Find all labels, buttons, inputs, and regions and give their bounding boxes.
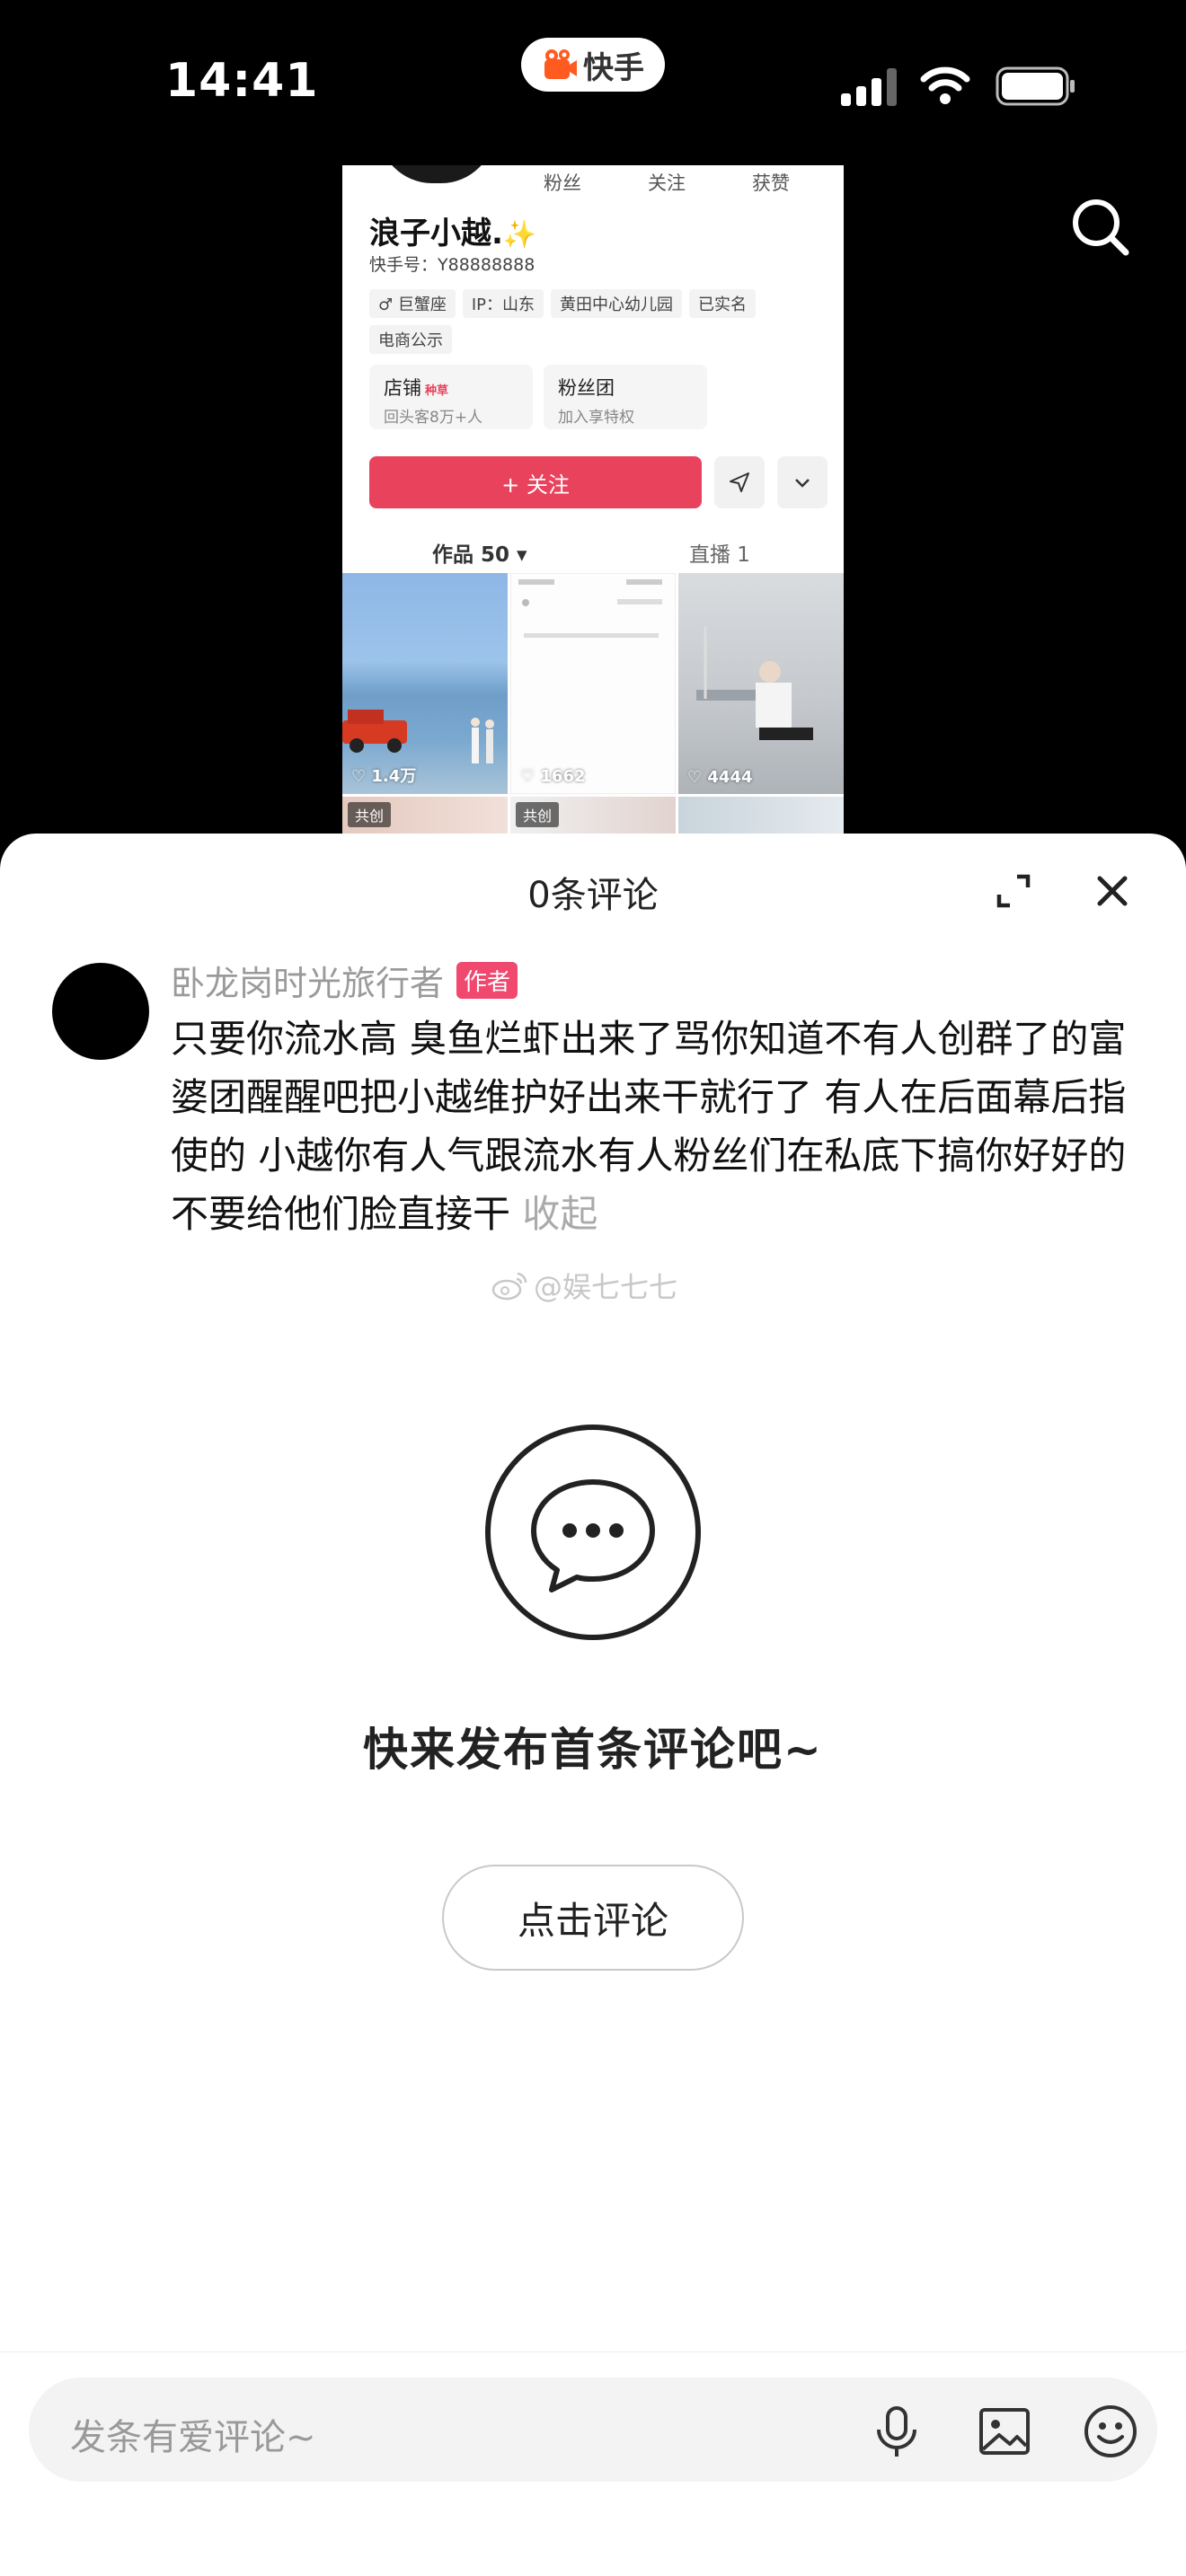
work-likes: ♡ 1662	[520, 767, 586, 786]
more-button	[777, 456, 828, 508]
sparkle-icon: ✨	[502, 219, 537, 251]
profile-stats: 粉丝 关注 获赞	[342, 169, 844, 196]
tag-verified: 已实名	[689, 289, 757, 318]
search-icon[interactable]	[1069, 196, 1130, 257]
battery-icon	[996, 66, 1075, 106]
shop-card-hot: 种草	[425, 384, 449, 398]
app-name: 快手	[583, 49, 644, 86]
watermark-text: @娱七七七	[534, 1270, 678, 1304]
image-icon[interactable]	[976, 2403, 1033, 2460]
wifi-icon	[920, 66, 970, 104]
shop-card-title: 店铺	[384, 377, 421, 399]
tag-ip: IP：山东	[462, 289, 544, 318]
comment-input-bar: 发条有爱评论~	[0, 2351, 1186, 2576]
comment-input-placeholder: 发条有爱评论~	[70, 2417, 316, 2458]
chat-bubble-icon	[485, 1425, 701, 1640]
comment-author-row: 卧龙岗时光旅行者 作者	[171, 956, 518, 1005]
work-thumbnail: ♡ 1.4万	[342, 573, 508, 794]
comment-body: 只要你流水高 臭鱼烂虾出来了骂你知道不有人创群了的富婆团醒醒吧把小越维护好出来干…	[171, 1010, 1132, 1243]
fan-club-sub: 加入享特权	[558, 409, 634, 427]
emoji-icon[interactable]	[1082, 2403, 1139, 2460]
profile-preview: 粉丝 关注 获赞 浪子小越.✨ 快手号：Y88888888 ♂ 巨蟹座 IP：山…	[342, 165, 844, 848]
click-to-comment-button[interactable]: 点击评论	[442, 1865, 744, 1971]
profile-name-text: 浪子小越.	[369, 216, 503, 251]
profile-cards: 店铺 种草 回头客8万+人 粉丝团 加入享特权	[369, 365, 707, 429]
shop-card: 店铺 种草 回头客8万+人	[369, 365, 533, 429]
phone-screenshot-illustration	[518, 579, 662, 638]
cocreate-badge: 共创	[348, 802, 392, 827]
shop-card-sub: 回头客8万+人	[384, 409, 483, 427]
weibo-icon	[491, 1272, 527, 1301]
commenter-avatar[interactable]	[52, 963, 149, 1060]
tag-school: 黄田中心幼儿园	[551, 289, 683, 318]
fan-club-title: 粉丝团	[558, 377, 615, 399]
profile-tags: ♂ 巨蟹座 IP：山东 黄田中心幼儿园 已实名 电商公示	[369, 289, 828, 354]
tab-live: 直播 1	[689, 543, 750, 567]
hospital-illustration	[696, 627, 813, 740]
works-grid: ♡ 1.4万 ♡ 1662 ♡ 4444 共创 共创	[342, 573, 844, 848]
close-icon[interactable]	[1091, 869, 1134, 913]
expand-icon[interactable]	[992, 869, 1035, 913]
car-illustration	[342, 710, 407, 753]
profile-name: 浪子小越.✨	[369, 208, 536, 252]
status-time: 14:41	[165, 54, 319, 108]
comment-author-name[interactable]: 卧龙岗时光旅行者	[171, 956, 444, 1005]
collapse-link[interactable]: 收起	[522, 1192, 597, 1236]
stat-fans: 粉丝	[544, 172, 581, 194]
profile-tabs: 作品 50 ▾ 直播 1	[342, 528, 844, 573]
work-likes: ♡ 1.4万	[351, 767, 417, 786]
stat-likes: 获赞	[752, 172, 790, 194]
people-illustration	[471, 718, 494, 763]
kuaishou-logo-icon	[544, 49, 577, 79]
comment-sheet: 0条评论 卧龙岗时光旅行者 作者 只要你流水高 臭鱼烂虾出来了骂你知道不有人创群…	[0, 834, 1186, 2576]
empty-state-text: 快来发布首条评论吧~	[363, 1724, 823, 1776]
follow-button: + 关注	[369, 456, 702, 508]
tag-zodiac: ♂ 巨蟹座	[369, 289, 456, 318]
comment-text: 只要你流水高 臭鱼烂虾出来了骂你知道不有人创群了的富婆团醒醒吧把小越维护好出来干…	[171, 1017, 1127, 1236]
work-likes: ♡ 4444	[687, 768, 753, 787]
microphone-icon[interactable]	[868, 2403, 925, 2460]
share-button	[714, 456, 765, 508]
fan-club-card: 粉丝团 加入享特权	[544, 365, 707, 429]
cellular-signal-icon	[841, 68, 897, 106]
chevron-down-icon	[795, 479, 810, 488]
author-badge: 作者	[456, 962, 518, 999]
work-thumbnail: ♡ 1662	[510, 573, 676, 794]
send-icon	[730, 472, 749, 492]
tag-ecommerce: 电商公示	[369, 325, 452, 354]
comment-input[interactable]: 发条有爱评论~	[29, 2378, 1157, 2482]
work-thumbnail: ♡ 4444	[678, 573, 844, 794]
profile-id: 快手号：Y88888888	[369, 255, 535, 275]
watermark: @娱七七七	[491, 1265, 677, 1306]
cocreate-badge: 共创	[516, 802, 560, 827]
stat-following: 关注	[648, 172, 686, 194]
app-indicator-pill[interactable]: 快手	[521, 38, 665, 92]
tab-works: 作品 50 ▾	[432, 543, 527, 567]
